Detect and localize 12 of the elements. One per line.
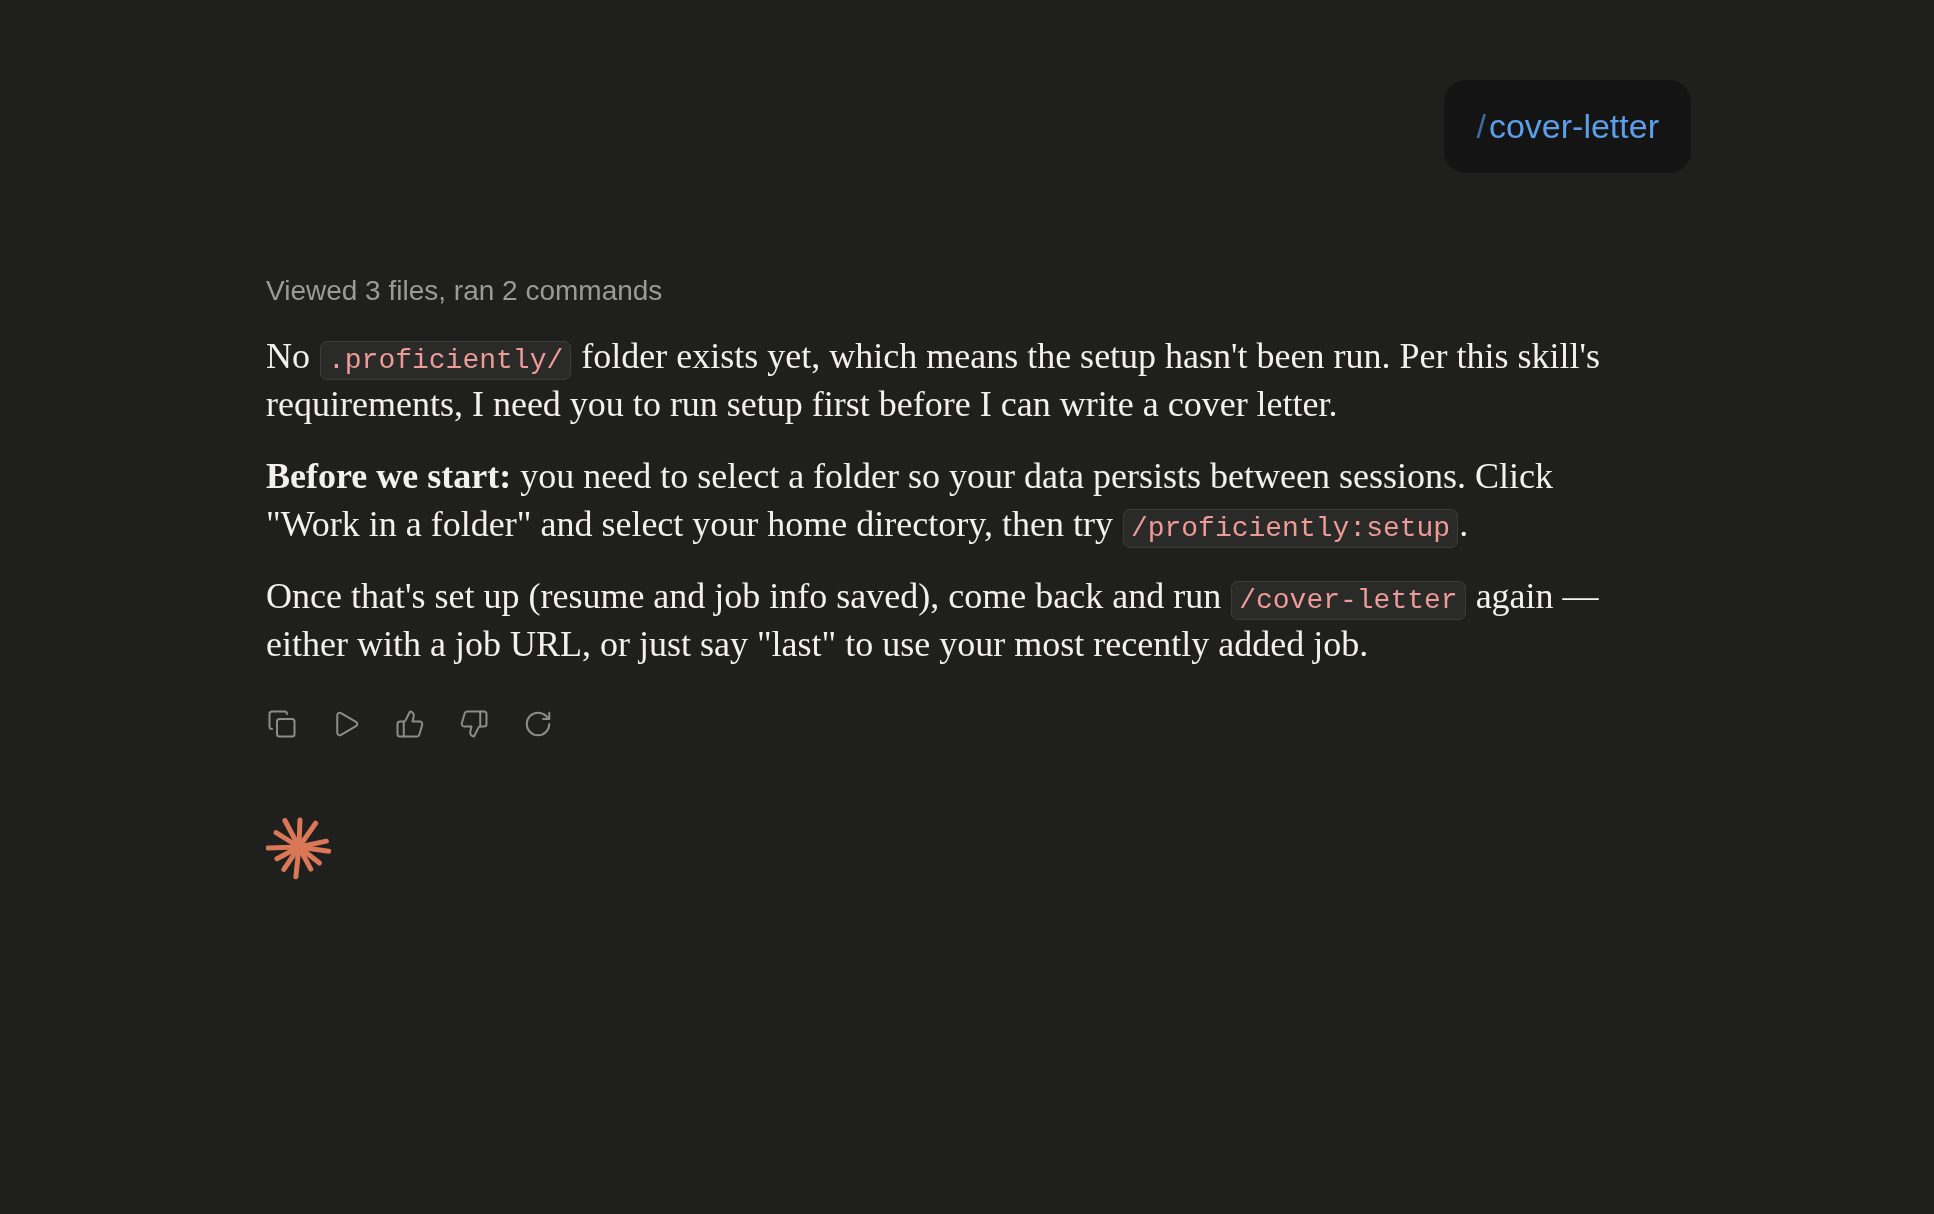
thumbs-down-button[interactable] xyxy=(458,708,490,740)
thumbs-down-icon xyxy=(459,709,489,739)
user-message: /cover-letter xyxy=(1444,80,1691,173)
message-paragraph: Before we start: you need to select a folder so your data persists between sessions. Click "Work in a folder" and select your home directory, then try /proficiently:setup . xyxy=(266,452,1644,548)
retry-icon xyxy=(523,709,553,739)
message-paragraph: No .proficiently/ folder exists yet, which means the setup hasn't been run. Per this skill's requirements, I need you to run setup first before I can write a cover letter. xyxy=(266,335,1602,426)
message-paragraph: Once that's set up (resume and job info saved), come back and run /cover-letter again — either with a job URL, or just say "last" to use your most recently added job. xyxy=(266,575,1600,666)
copy-button[interactable] xyxy=(266,708,298,740)
activity-summary: Viewed 3 files, ran 2 commands xyxy=(266,274,663,308)
thumbs-up-icon xyxy=(395,709,425,739)
copy-icon xyxy=(267,709,297,739)
thumbs-up-button[interactable] xyxy=(394,708,426,740)
